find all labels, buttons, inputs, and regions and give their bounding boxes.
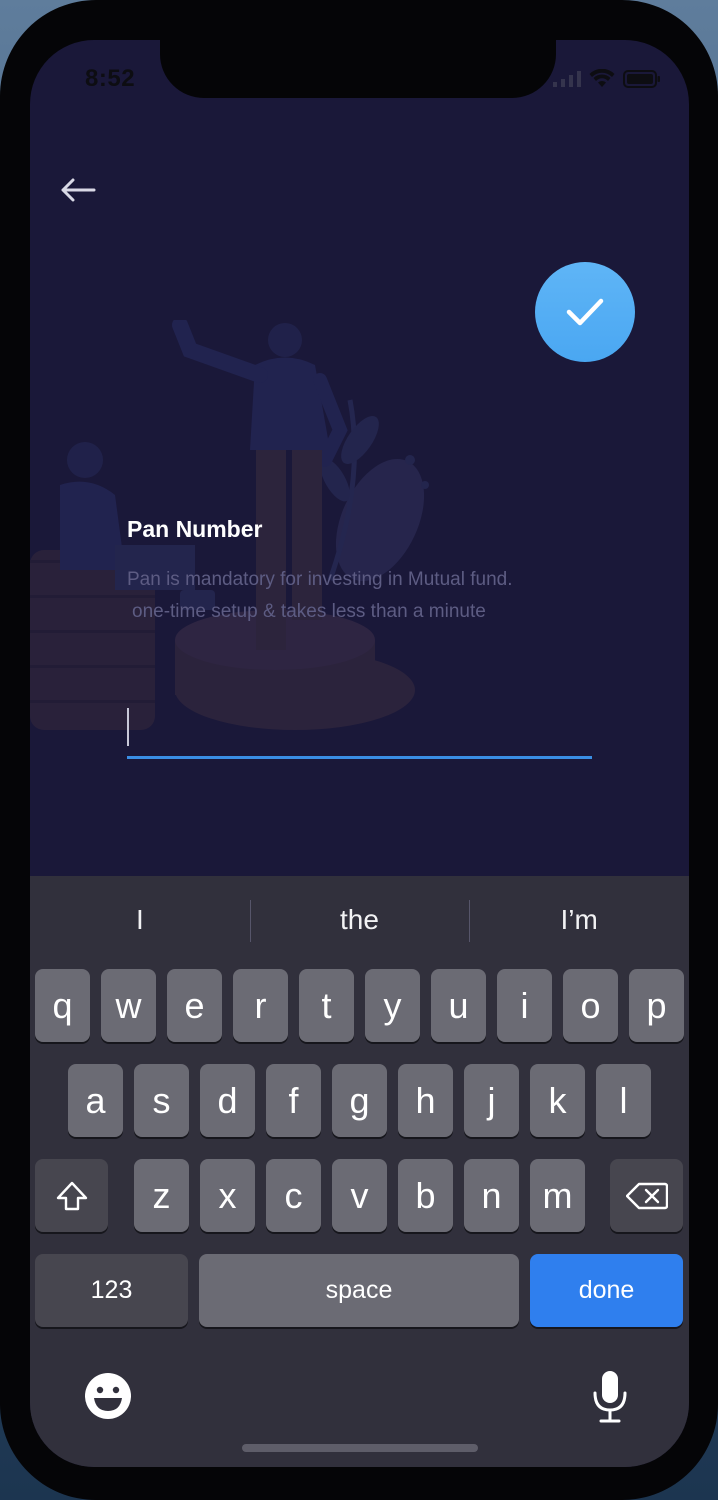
key-c[interactable]: c: [266, 1159, 321, 1232]
key-e[interactable]: e: [167, 969, 222, 1042]
suggestion-3[interactable]: I’m: [469, 876, 689, 964]
pan-description: Pan is mandatory for investing in Mutual…: [127, 564, 597, 628]
microphone-icon[interactable]: [590, 1369, 630, 1425]
key-d[interactable]: d: [200, 1064, 255, 1137]
status-bar: 8:52: [30, 40, 689, 120]
key-k[interactable]: k: [530, 1064, 585, 1137]
emoji-icon[interactable]: [83, 1371, 133, 1421]
suggestion-2[interactable]: the: [249, 876, 470, 964]
key-a[interactable]: a: [68, 1064, 123, 1137]
key-j[interactable]: j: [464, 1064, 519, 1137]
key-o[interactable]: o: [563, 969, 618, 1042]
key-y[interactable]: y: [365, 969, 420, 1042]
phone-frame: 8:52 Pan Number Pan is mandatory for inv…: [0, 0, 718, 1500]
key-v[interactable]: v: [332, 1159, 387, 1232]
wifi-icon: [589, 69, 615, 87]
key-q[interactable]: q: [35, 969, 90, 1042]
pan-description-line2: one-time setup & takes less than a minut…: [132, 601, 486, 622]
key-r[interactable]: r: [233, 969, 288, 1042]
status-time: 8:52: [85, 65, 136, 92]
pan-number-input[interactable]: [127, 700, 592, 759]
checkmark-icon: [566, 298, 604, 326]
key-b[interactable]: b: [398, 1159, 453, 1232]
cellular-signal-icon: [553, 71, 581, 87]
text-caret: [127, 708, 129, 746]
numbers-key[interactable]: 123: [35, 1254, 188, 1327]
shift-icon: [56, 1181, 87, 1210]
key-h[interactable]: h: [398, 1064, 453, 1137]
suggestion-bar: I the I’m: [30, 876, 689, 964]
pan-number-title: Pan Number: [127, 516, 263, 542]
key-u[interactable]: u: [431, 969, 486, 1042]
key-w[interactable]: w: [101, 969, 156, 1042]
key-n[interactable]: n: [464, 1159, 519, 1232]
backspace-key[interactable]: [610, 1159, 683, 1232]
key-p[interactable]: p: [629, 969, 684, 1042]
back-button[interactable]: [56, 170, 100, 210]
pan-description-line1: Pan is mandatory for investing in Mutual…: [127, 569, 513, 590]
key-t[interactable]: t: [299, 969, 354, 1042]
arrow-left-icon: [61, 178, 96, 202]
key-x[interactable]: x: [200, 1159, 255, 1232]
backspace-icon: [625, 1182, 668, 1209]
key-f[interactable]: f: [266, 1064, 321, 1137]
confirm-button[interactable]: [535, 262, 635, 362]
app-screen: 8:52 Pan Number Pan is mandatory for inv…: [30, 40, 689, 1467]
home-indicator[interactable]: [242, 1444, 478, 1452]
keyboard: I the I’m q w e r t y u i o p a s d f g …: [30, 876, 689, 1467]
key-g[interactable]: g: [332, 1064, 387, 1137]
notch: [160, 40, 556, 98]
suggestion-1[interactable]: I: [30, 876, 250, 964]
key-m[interactable]: m: [530, 1159, 585, 1232]
space-key[interactable]: space: [199, 1254, 519, 1327]
key-s[interactable]: s: [134, 1064, 189, 1137]
key-z[interactable]: z: [134, 1159, 189, 1232]
battery-icon: [623, 70, 660, 88]
status-icons: [553, 68, 661, 90]
shift-key[interactable]: [35, 1159, 108, 1232]
done-key[interactable]: done: [530, 1254, 683, 1327]
key-i[interactable]: i: [497, 969, 552, 1042]
key-l[interactable]: l: [596, 1064, 651, 1137]
